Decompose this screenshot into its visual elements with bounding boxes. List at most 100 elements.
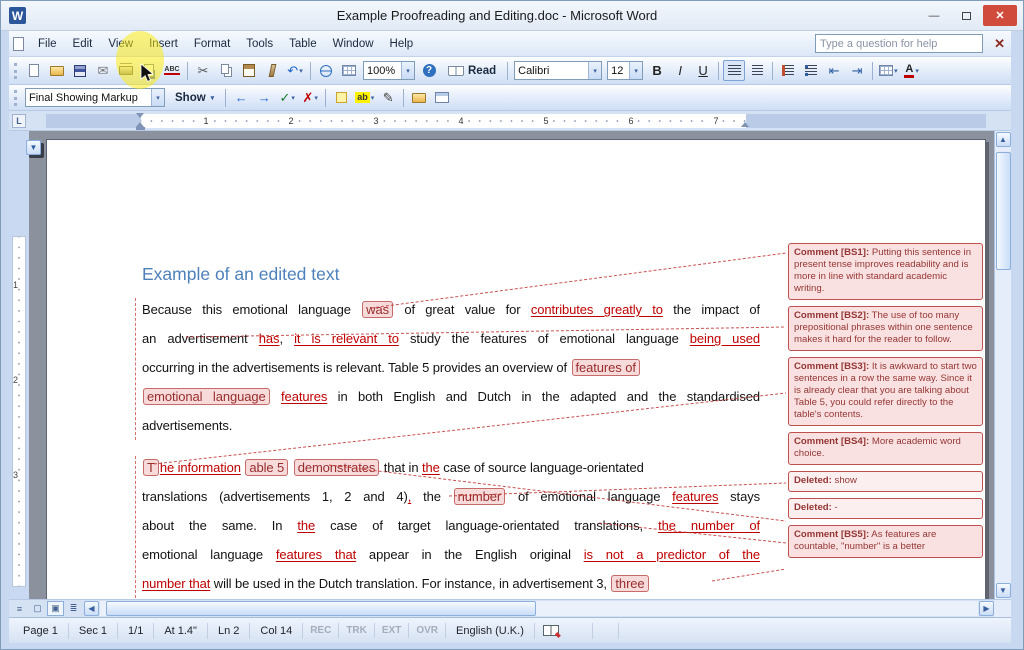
comment-balloon[interactable]: Comment [BS1]: Putting this sentence in … xyxy=(788,243,983,300)
increase-indent-button[interactable]: ⇥ xyxy=(846,60,868,81)
next-change-icon[interactable]: → xyxy=(253,87,275,108)
menu-tools[interactable]: Tools xyxy=(238,35,281,53)
chevron-down-icon[interactable]: ▾ xyxy=(151,89,164,106)
body-text xyxy=(289,460,293,475)
track-changes-icon[interactable]: ✎ xyxy=(377,87,399,108)
comment-balloon[interactable]: Comment [BS2]: The use of too many prepo… xyxy=(788,306,983,351)
new-document-icon[interactable] xyxy=(23,60,45,81)
font-color-button[interactable]: A▾ xyxy=(901,60,923,81)
scroll-left-icon[interactable]: ◀ xyxy=(84,601,99,616)
status-mode-ext[interactable]: EXT xyxy=(375,623,409,638)
format-painter-icon[interactable] xyxy=(261,60,283,81)
insert-comment-icon[interactable] xyxy=(330,87,352,108)
previous-change-icon[interactable]: ← xyxy=(230,87,252,108)
open-icon[interactable] xyxy=(46,60,68,81)
bullets-button[interactable] xyxy=(800,60,822,81)
horizontal-ruler[interactable]: 1234567 xyxy=(29,111,1011,130)
help-icon[interactable]: ? xyxy=(418,60,440,81)
cut-icon[interactable]: ✂ xyxy=(192,60,214,81)
menu-help[interactable]: Help xyxy=(382,35,422,53)
insert-table-icon[interactable] xyxy=(338,60,360,81)
highlight-icon[interactable]: ab▾ xyxy=(353,87,376,108)
body-text: that in xyxy=(380,460,422,475)
deleted-balloon[interactable]: Deleted: show xyxy=(788,471,983,492)
status-field: At 1.4" xyxy=(154,623,208,639)
deleted-balloon[interactable]: Deleted: - xyxy=(788,498,983,519)
comment-balloon[interactable]: Comment [BS4]: More academic word choice… xyxy=(788,432,983,465)
comment-balloon[interactable]: Comment [BS5]: As features are countable… xyxy=(788,525,983,558)
view-buttons: ≡▢▣≣ xyxy=(9,601,84,616)
tab-selector[interactable]: L xyxy=(9,111,29,130)
toolbar-separator xyxy=(187,62,188,80)
italic-button[interactable]: I xyxy=(669,60,691,81)
underline-button[interactable]: U xyxy=(692,60,714,81)
paste-icon[interactable] xyxy=(238,60,260,81)
maximize-button[interactable] xyxy=(951,5,981,26)
bold-button[interactable]: B xyxy=(646,60,668,81)
vertical-scroll-track[interactable] xyxy=(996,148,1011,582)
border-button[interactable]: ▾ xyxy=(877,60,900,81)
toolbar-grip[interactable] xyxy=(14,90,18,106)
status-mode-ovr[interactable]: OVR xyxy=(409,623,446,638)
font-select[interactable]: Calibri▾ xyxy=(514,61,602,80)
menu-format[interactable]: Format xyxy=(186,35,238,53)
decrease-indent-button[interactable]: ⇤ xyxy=(823,60,845,81)
status-mode-trk[interactable]: TRK xyxy=(339,623,375,638)
toolbar-grip[interactable] xyxy=(14,63,18,79)
reviewing-pane-icon[interactable] xyxy=(431,87,453,108)
vertical-scroll-thumb[interactable] xyxy=(996,152,1011,270)
text-line: an advertisement has, it is relevant to … xyxy=(142,324,760,353)
spelling-status-icon[interactable] xyxy=(543,625,559,636)
chevron-down-icon[interactable]: ▾ xyxy=(401,62,414,79)
align-center-button[interactable] xyxy=(746,60,768,81)
window-frame: FileEditViewInsertFormatToolsTableWindow… xyxy=(1,31,1023,649)
vertical-ruler[interactable]: 123 xyxy=(9,131,29,599)
send-for-review-icon[interactable] xyxy=(408,87,430,108)
web-layout-view-button[interactable]: ▢ xyxy=(29,601,46,616)
print-layout-view-button[interactable]: ▣ xyxy=(47,601,64,616)
font-size-select[interactable]: 12▾ xyxy=(607,61,643,80)
left-indent-marker[interactable] xyxy=(136,127,145,130)
close-document-icon[interactable]: ✕ xyxy=(994,36,1005,52)
undo-icon[interactable]: ↶▾ xyxy=(284,60,306,81)
chevron-down-icon[interactable]: ▾ xyxy=(588,62,601,79)
zoom-select[interactable]: 100%▾ xyxy=(363,61,415,80)
close-button[interactable]: ✕ xyxy=(983,5,1017,26)
scroll-right-icon[interactable]: ▶ xyxy=(979,601,994,616)
numbering-button[interactable] xyxy=(777,60,799,81)
hyperlink-icon[interactable] xyxy=(315,60,337,81)
page-area: Example of an edited textBecause this em… xyxy=(29,131,994,599)
accept-change-icon[interactable]: ✓▾ xyxy=(276,87,298,108)
reject-change-icon[interactable]: ✗▾ xyxy=(299,87,321,108)
horizontal-scroll-track[interactable] xyxy=(100,601,978,616)
menu-edit[interactable]: Edit xyxy=(65,35,101,53)
menu-file[interactable]: File xyxy=(30,35,65,53)
copy-icon[interactable] xyxy=(215,60,237,81)
minimize-button[interactable]: — xyxy=(919,5,949,26)
hanging-indent-marker[interactable] xyxy=(136,118,144,127)
normal-view-button[interactable]: ≡ xyxy=(11,601,28,616)
email-icon[interactable]: ✉ xyxy=(92,60,114,81)
spelling-icon[interactable]: ABC xyxy=(161,60,183,81)
document-page[interactable]: Example of an edited textBecause this em… xyxy=(46,139,986,599)
align-left-button[interactable] xyxy=(723,60,745,81)
vertical-scrollbar[interactable]: ▲ ▼ ▲ ● ▼ xyxy=(994,131,1011,599)
show-menu-button[interactable]: Show▾ xyxy=(168,87,221,108)
read-button[interactable]: Read xyxy=(441,60,503,81)
scroll-up-icon[interactable]: ▲ xyxy=(996,132,1011,147)
right-indent-marker[interactable] xyxy=(741,118,749,127)
save-icon[interactable] xyxy=(69,60,91,81)
status-mode-rec[interactable]: REC xyxy=(303,623,339,638)
chevron-down-icon[interactable]: ▾ xyxy=(629,62,642,79)
scroll-down-icon[interactable]: ▼ xyxy=(996,583,1011,598)
horizontal-scroll-thumb[interactable] xyxy=(106,601,536,616)
display-for-review-select[interactable]: Final Showing Markup▾ xyxy=(25,88,165,107)
body-text: of emotional language xyxy=(506,489,672,504)
menu-window[interactable]: Window xyxy=(325,35,382,53)
comment-balloon[interactable]: Comment [BS3]: It is awkward to start tw… xyxy=(788,357,983,426)
help-question-input[interactable] xyxy=(815,34,983,53)
pane-icon xyxy=(435,92,449,103)
menu-table[interactable]: Table xyxy=(281,35,325,53)
next-page-icon[interactable]: ▼ xyxy=(26,140,41,155)
outline-view-button[interactable]: ≣ xyxy=(65,601,82,616)
